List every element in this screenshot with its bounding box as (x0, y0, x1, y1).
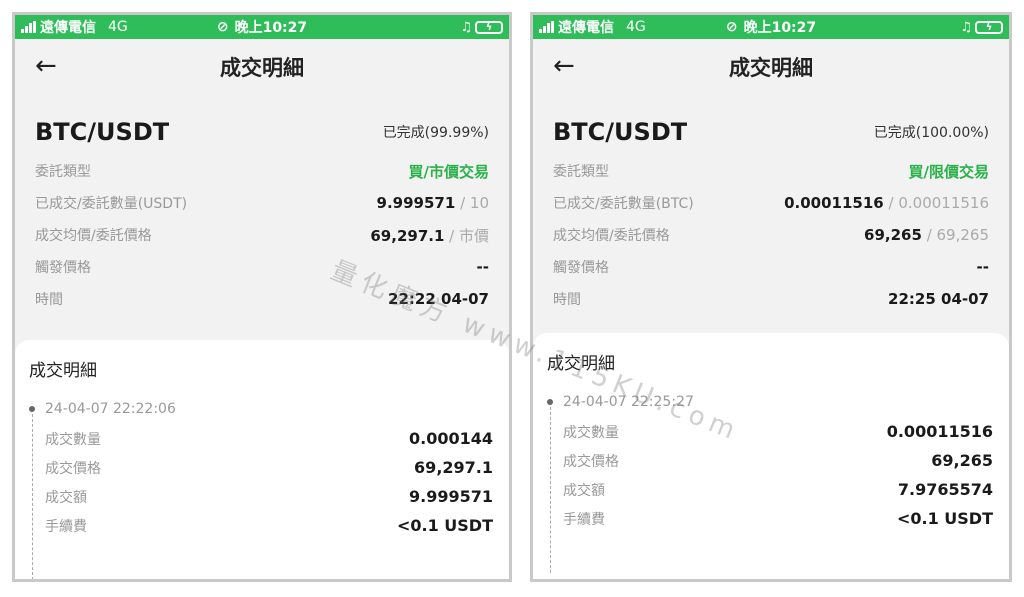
status-bar: 遠傳電信 4G ⊘ 晚上10:27 ♫ ϟ (15, 15, 509, 39)
info-value: 22:22 04-07 (388, 290, 489, 308)
trade-timestamp: 24-04-07 22:22:06 (45, 401, 176, 417)
trade-label: 成交額 (563, 482, 605, 499)
trade-row: 手續費 <0.1 USDT (45, 511, 493, 540)
info-value: 買/限價交易 (908, 162, 989, 181)
trade-value: <0.1 USDT (896, 509, 993, 528)
info-value: 9.999571 / 10 (376, 194, 489, 212)
trade-details-card: 成交明細 24-04-07 22:22:06 成交數量 0.000144 成交價… (15, 340, 509, 579)
info-value: -- (476, 258, 489, 276)
trade-row: 手續費 <0.1 USDT (563, 504, 993, 533)
timeline-dot (29, 406, 35, 412)
info-row-avg-price: 成交均價/委託價格 69,265 / 69,265 (533, 219, 1009, 251)
order-status: 已完成(100.00%) (873, 125, 989, 141)
headphones-icon: ♫ (460, 19, 472, 35)
info-label: 成交均價/委託價格 (553, 228, 670, 244)
network-type: 4G (108, 19, 128, 35)
trade-label: 成交額 (45, 489, 87, 506)
trade-value: <0.1 USDT (396, 516, 493, 535)
trade-timeline: 24-04-07 22:22:06 成交數量 0.000144 成交價格 69,… (15, 394, 509, 579)
info-row-trigger-price: 觸發價格 -- (533, 251, 1009, 283)
info-label: 時間 (35, 292, 63, 308)
info-label: 委託類型 (35, 164, 91, 180)
signal-icon (21, 21, 36, 33)
link-icon: ⊘ (216, 19, 229, 35)
info-label: 觸發價格 (553, 260, 609, 276)
trade-row: 成交數量 0.00011516 (563, 417, 993, 446)
trade-row: 成交價格 69,265 (563, 446, 993, 475)
trade-row: 成交數量 0.000144 (45, 424, 493, 453)
trade-timeline: 24-04-07 22:25:27 成交數量 0.00011516 成交價格 6… (533, 387, 1009, 573)
battery-charging-icon: ϟ (475, 20, 503, 34)
info-value: -- (976, 258, 989, 276)
carrier-name: 遠傳電信 (558, 20, 614, 36)
timeline-dot (547, 399, 553, 405)
info-row-trigger-price: 觸發價格 -- (15, 251, 509, 283)
trade-value: 9.999571 (408, 487, 493, 506)
back-arrow-icon[interactable]: ← (35, 53, 57, 79)
left-screenshot: 遠傳電信 4G ⊘ 晚上10:27 ♫ ϟ ← 成交明細 BTC/USDT 已完… (12, 12, 512, 582)
trade-label: 手續費 (563, 511, 605, 528)
info-label: 已成交/委託數量(BTC) (553, 196, 694, 212)
page-title: 成交明細 (729, 56, 813, 80)
clock-time: 晚上10:27 (743, 20, 817, 36)
trade-details-card: 成交明細 24-04-07 22:25:27 成交數量 0.00011516 成… (533, 333, 1009, 579)
trade-label: 手續費 (45, 518, 87, 535)
trade-value: 0.000144 (408, 429, 493, 448)
nav-bar: ← 成交明細 (533, 39, 1009, 95)
info-label: 成交均價/委託價格 (35, 228, 152, 244)
trade-label: 成交價格 (45, 460, 101, 477)
info-value: 69,265 / 69,265 (864, 226, 989, 244)
trade-value: 0.00011516 (886, 422, 993, 441)
headphones-icon: ♫ (960, 19, 972, 35)
info-row-order-type: 委託類型 買/市價交易 (15, 155, 509, 187)
info-row-avg-price: 成交均價/委託價格 69,297.1 / 市價 (15, 219, 509, 251)
page-title: 成交明細 (220, 56, 304, 80)
section-title: 成交明細 (29, 361, 97, 381)
trade-row: 成交額 9.999571 (45, 482, 493, 511)
link-icon: ⊘ (725, 19, 738, 35)
info-value: 69,297.1 / 市價 (370, 226, 489, 245)
timeline-line (32, 414, 33, 579)
trading-pair: BTC/USDT (35, 118, 170, 146)
info-value: 買/市價交易 (408, 162, 489, 181)
info-value: 22:25 04-07 (888, 290, 989, 308)
info-row-filled-qty: 已成交/委託數量(USDT) 9.999571 / 10 (15, 187, 509, 219)
trade-timestamp: 24-04-07 22:25:27 (563, 394, 694, 410)
trade-value: 69,265 (931, 451, 993, 470)
trade-row: 成交價格 69,297.1 (45, 453, 493, 482)
order-header: BTC/USDT 已完成(100.00%) (533, 109, 1009, 155)
info-label: 觸發價格 (35, 260, 91, 276)
info-row-order-type: 委託類型 買/限價交易 (533, 155, 1009, 187)
section-title: 成交明細 (547, 354, 615, 374)
info-label: 委託類型 (553, 164, 609, 180)
network-type: 4G (626, 19, 646, 35)
info-row-time: 時間 22:22 04-07 (15, 283, 509, 315)
trading-pair: BTC/USDT (553, 118, 688, 146)
order-status: 已完成(99.99%) (382, 125, 489, 141)
trade-label: 成交價格 (563, 453, 619, 470)
timeline-line (550, 407, 551, 573)
info-row-filled-qty: 已成交/委託數量(BTC) 0.00011516 / 0.00011516 (533, 187, 1009, 219)
signal-icon (539, 21, 554, 33)
trade-label: 成交數量 (45, 431, 101, 448)
battery-charging-icon: ϟ (975, 20, 1003, 34)
nav-bar: ← 成交明細 (15, 39, 509, 95)
carrier-name: 遠傳電信 (40, 20, 96, 36)
trade-value: 7.9765574 (897, 480, 993, 499)
clock-time: 晚上10:27 (234, 20, 308, 36)
trade-value: 69,297.1 (414, 458, 493, 477)
info-value: 0.00011516 / 0.00011516 (784, 194, 989, 212)
info-label: 時間 (553, 292, 581, 308)
right-screenshot: 遠傳電信 4G ⊘ 晚上10:27 ♫ ϟ ← 成交明細 BTC/USDT 已完… (530, 12, 1012, 582)
back-arrow-icon[interactable]: ← (553, 53, 575, 79)
order-header: BTC/USDT 已完成(99.99%) (15, 109, 509, 155)
trade-label: 成交數量 (563, 424, 619, 441)
status-bar: 遠傳電信 4G ⊘ 晚上10:27 ♫ ϟ (533, 15, 1009, 39)
info-row-time: 時間 22:25 04-07 (533, 283, 1009, 315)
info-label: 已成交/委託數量(USDT) (35, 196, 188, 212)
trade-row: 成交額 7.9765574 (563, 475, 993, 504)
